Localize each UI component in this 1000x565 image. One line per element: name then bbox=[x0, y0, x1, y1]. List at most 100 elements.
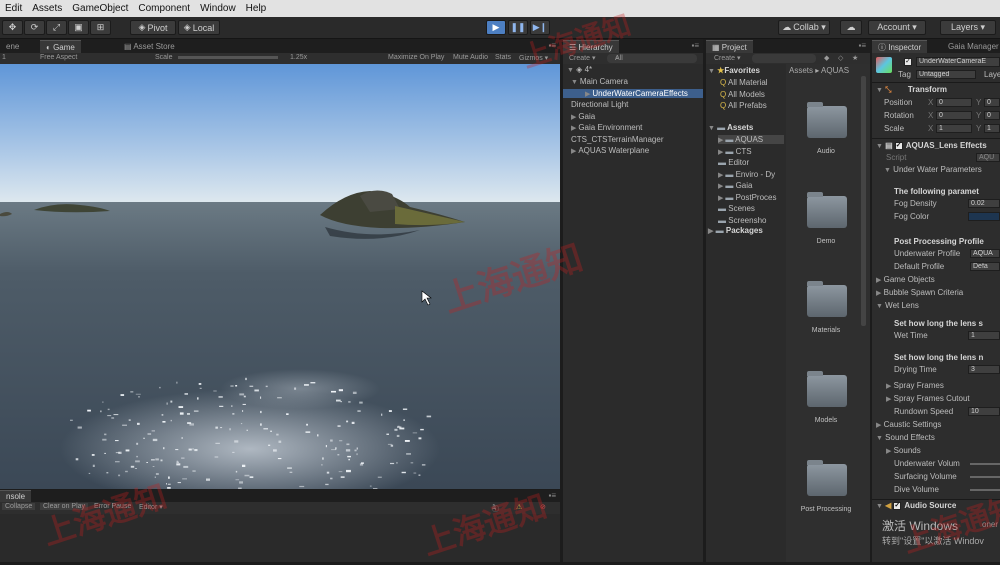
tab-game[interactable]: ◐ Game bbox=[40, 40, 81, 53]
project-create-dropdown[interactable]: Create ▾ bbox=[714, 54, 740, 62]
folder-label[interactable]: Materials bbox=[786, 327, 866, 334]
project-breadcrumb[interactable]: Assets ▸ AQUAS bbox=[789, 66, 849, 75]
project-search-input[interactable] bbox=[752, 54, 816, 63]
hierarchy-item[interactable]: ▶ UnderWaterCameraEffects bbox=[563, 88, 703, 98]
asset-folder-item[interactable]: ▶ ▬ Enviro - Dy bbox=[718, 170, 775, 179]
tab-project[interactable]: ▦ Project bbox=[706, 40, 753, 53]
hierarchy-item[interactable]: ▶ Gaia bbox=[571, 112, 595, 121]
sound-effects-foldout[interactable]: ▼ Sound Effects bbox=[876, 433, 935, 442]
scale-y-field[interactable]: 1 bbox=[984, 124, 1000, 133]
object-active-toggle[interactable]: ✓ bbox=[904, 57, 915, 66]
display-selector[interactable]: 1 bbox=[2, 54, 6, 61]
bubble-spawn-foldout[interactable]: ▶ Bubble Spawn Criteria bbox=[876, 288, 963, 297]
asset-folder-item[interactable]: ▬ Editor bbox=[718, 158, 749, 167]
panel-menu-icon[interactable]: ▪≡ bbox=[548, 41, 556, 50]
collab-dropdown[interactable]: ☁ Collab ▾ bbox=[778, 20, 830, 35]
collapse-button[interactable]: Collapse bbox=[2, 503, 36, 510]
rect-tool-button[interactable]: ▣ bbox=[68, 20, 89, 35]
folder-label[interactable]: Post Processing bbox=[786, 506, 866, 513]
pivot-toggle[interactable]: ◈ Pivot bbox=[130, 20, 176, 35]
hierarchy-search-input[interactable]: ⌕ All bbox=[607, 54, 697, 63]
favorite-item[interactable]: Q All Prefabs bbox=[720, 101, 767, 110]
packages-header[interactable]: ▶ ▬ Packages bbox=[708, 226, 763, 235]
hierarchy-create-dropdown[interactable]: Create ▾ bbox=[569, 54, 595, 62]
wet-lens-foldout[interactable]: ▼ Wet Lens bbox=[876, 301, 919, 310]
dive-volume-slider[interactable] bbox=[970, 489, 1000, 491]
folder-icon[interactable] bbox=[807, 191, 847, 228]
menu-component[interactable]: Component bbox=[133, 3, 195, 14]
stats-toggle[interactable]: Stats bbox=[495, 54, 511, 61]
tab-hierarchy[interactable]: ☰ Hierarchy bbox=[563, 40, 619, 53]
menu-assets[interactable]: Assets bbox=[27, 3, 67, 14]
mute-audio-toggle[interactable]: Mute Audio bbox=[453, 54, 488, 61]
favorite-star-icon[interactable]: ★ bbox=[852, 54, 858, 62]
menu-window[interactable]: Window bbox=[195, 3, 241, 14]
hierarchy-item[interactable]: ▶ Gaia Environment bbox=[571, 123, 642, 132]
play-button[interactable]: ▶ bbox=[486, 20, 506, 35]
pause-button[interactable]: ❚❚ bbox=[508, 20, 528, 35]
menu-help[interactable]: Help bbox=[241, 3, 272, 14]
clear-on-play-button[interactable]: Clear on Play bbox=[40, 503, 89, 510]
object-name-field[interactable]: UnderWaterCameraE bbox=[916, 57, 1000, 67]
sounds-foldout[interactable]: ▶ Sounds bbox=[886, 446, 921, 455]
tab-console[interactable]: nsole bbox=[0, 490, 32, 502]
audio-source-header[interactable]: ▼ ◀ ✓ Audio Source bbox=[876, 501, 956, 510]
lens-effects-header[interactable]: ▼ ▤ ✓ AQUAS_Lens Effects bbox=[876, 141, 987, 150]
project-scrollbar[interactable] bbox=[861, 76, 866, 326]
favorite-item[interactable]: Q All Models bbox=[720, 90, 765, 99]
step-button[interactable]: ▶❙ bbox=[530, 20, 550, 35]
under-water-params-foldout[interactable]: ▼ Under Water Parameters bbox=[884, 165, 982, 174]
hierarchy-item[interactable]: ▼ Main Camera bbox=[571, 77, 628, 86]
move-tool-button[interactable]: ✥ bbox=[2, 20, 23, 35]
asset-folder-item[interactable]: ▶ ▬ PostProces bbox=[718, 193, 776, 202]
menu-gameobject[interactable]: GameObject bbox=[67, 3, 133, 14]
drying-time-field[interactable]: 3 bbox=[968, 365, 1000, 374]
rotation-y-field[interactable]: 0 bbox=[984, 111, 1000, 120]
hierarchy-menu-icon[interactable]: ▪≡ bbox=[691, 41, 699, 50]
folder-icon[interactable] bbox=[807, 102, 847, 138]
cloud-button[interactable]: ☁ bbox=[840, 20, 862, 35]
scale-slider[interactable] bbox=[178, 56, 278, 59]
fog-density-field[interactable]: 0.02 bbox=[968, 199, 1000, 208]
rotation-x-field[interactable]: 0 bbox=[936, 111, 972, 120]
hierarchy-item[interactable]: ▶ AQUAS Waterplane bbox=[571, 146, 649, 155]
hierarchy-item[interactable]: CTS_CTSTerrainManager bbox=[571, 135, 663, 144]
aspect-selector[interactable]: Free Aspect bbox=[40, 54, 77, 61]
error-pause-button[interactable]: Error Pause bbox=[94, 503, 131, 510]
position-x-field[interactable]: 0 bbox=[936, 98, 972, 107]
local-toggle[interactable]: ◈ Local bbox=[178, 20, 220, 35]
expand-arrow-icon[interactable]: ▼ bbox=[571, 79, 580, 86]
layers-dropdown[interactable]: Layers ▾ bbox=[940, 20, 996, 35]
asset-folder-item[interactable]: ▶ ▬ Gaia bbox=[718, 181, 752, 190]
tab-scene[interactable]: ene bbox=[0, 40, 25, 53]
rundown-speed-field[interactable]: 10 bbox=[968, 407, 1000, 416]
scene-root[interactable]: ▼ ◈ 4* bbox=[567, 65, 592, 74]
filter-by-label-icon[interactable]: ◇ bbox=[838, 54, 843, 62]
menu-edit[interactable]: Edit bbox=[0, 3, 27, 14]
component-enabled-checkbox[interactable]: ✓ bbox=[894, 141, 903, 150]
asset-folder-item[interactable]: ▶ ▬ AQUAS bbox=[718, 135, 784, 144]
error-filter-icon[interactable]: ⊘ bbox=[540, 503, 546, 511]
warning-filter-icon[interactable]: ⚠ bbox=[516, 503, 522, 511]
folder-label[interactable]: Models bbox=[786, 417, 866, 424]
caustic-settings-foldout[interactable]: ▶ Caustic Settings bbox=[876, 420, 941, 429]
underwater-volume-slider[interactable] bbox=[970, 463, 1000, 465]
script-field[interactable]: AQU bbox=[976, 153, 1000, 162]
fog-color-swatch[interactable] bbox=[968, 212, 1000, 221]
tab-gaia-manager[interactable]: Gaia Manager bbox=[942, 40, 1000, 53]
console-menu-icon[interactable]: ▪≡ bbox=[548, 491, 556, 500]
tab-inspector[interactable]: ⓘ Inspector bbox=[872, 40, 928, 53]
folder-label[interactable]: Audio bbox=[786, 148, 866, 155]
asset-folder-item[interactable]: ▶ ▬ CTS bbox=[718, 147, 752, 156]
spray-frames-cutout-foldout[interactable]: ▶ Spray Frames Cutout bbox=[886, 394, 970, 403]
tag-dropdown[interactable]: Untagged bbox=[916, 70, 976, 79]
spray-frames-foldout[interactable]: ▶ Spray Frames bbox=[886, 381, 944, 390]
underwater-profile-field[interactable]: AQUA bbox=[970, 249, 1000, 258]
maximize-on-play-toggle[interactable]: Maximize On Play bbox=[388, 54, 444, 61]
assets-header[interactable]: ▼ ▬ Assets bbox=[708, 123, 753, 132]
audio-source-enabled-checkbox[interactable]: ✓ bbox=[893, 501, 902, 510]
game-render-view[interactable] bbox=[0, 64, 560, 489]
hierarchy-item[interactable]: Directional Light bbox=[571, 100, 628, 109]
default-profile-field[interactable]: Defa bbox=[970, 262, 1000, 271]
folder-label[interactable]: Demo bbox=[786, 238, 866, 245]
